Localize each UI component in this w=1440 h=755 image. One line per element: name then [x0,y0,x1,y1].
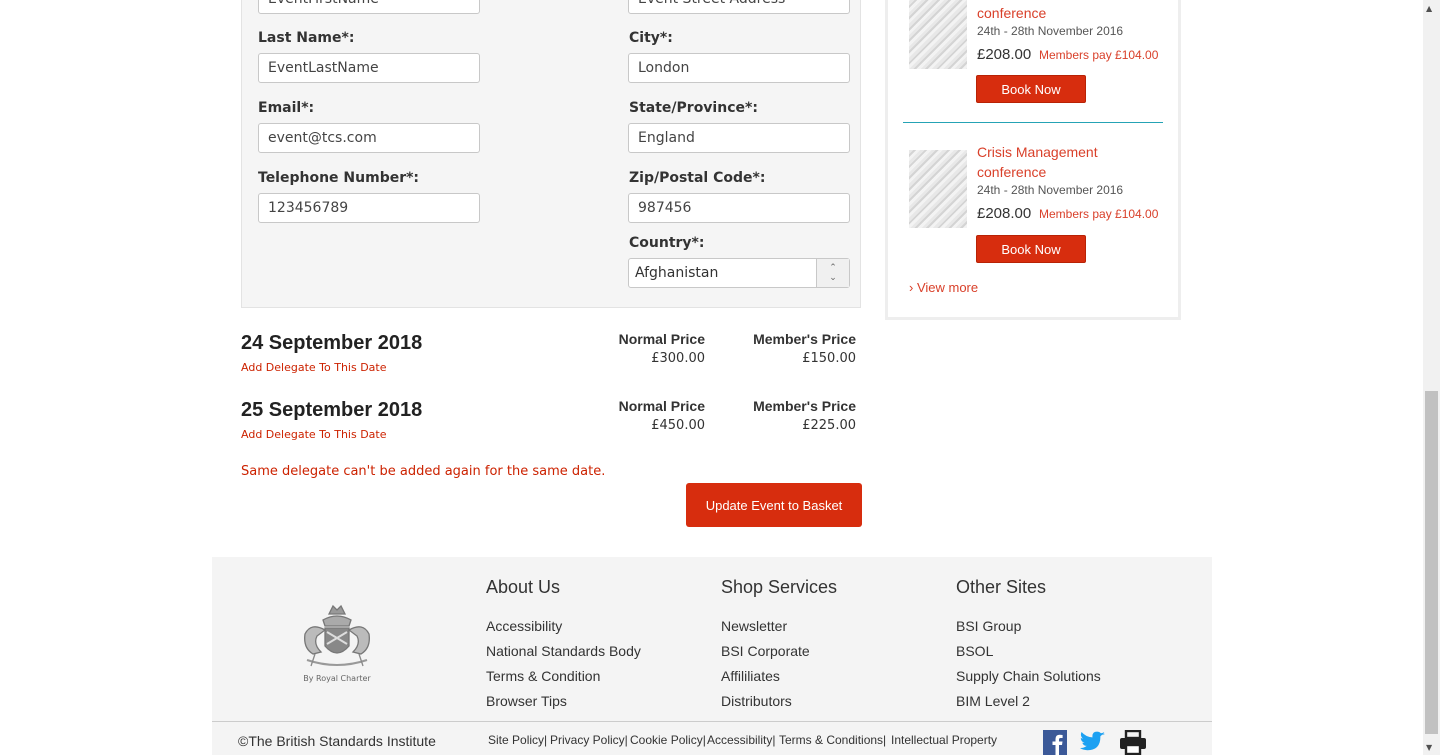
add-delegate-link[interactable]: Add Delegate To This Date [241,428,387,441]
royal-charter-crest-icon [304,604,370,667]
date-title: 25 September 2018 [241,399,423,421]
telephone-input[interactable]: 123456789 [258,193,480,223]
email-label: Email*: [258,100,315,116]
event-price: £208.00 [977,205,1032,222]
footer-link[interactable]: BIM Level 2 [956,693,1030,709]
footer-link[interactable]: National Standards Body [486,643,641,659]
policy-link[interactable]: Privacy Policy| [550,733,628,747]
telephone-label: Telephone Number*: [258,170,420,186]
footer-link[interactable]: Accessibility [486,618,562,634]
email-input[interactable]: event@tcs.com [258,123,480,153]
footer-link[interactable]: Browser Tips [486,693,567,709]
policy-link[interactable]: Cookie Policy| [630,733,706,747]
scroll-up-arrow-icon[interactable]: ▲ [1426,4,1432,13]
member-price-label: Member's Price [753,331,856,347]
twitter-icon[interactable] [1080,731,1106,753]
scrollbar-thumb[interactable] [1425,391,1438,734]
member-price-value: £150.00 [802,351,856,366]
footer-link[interactable]: Affililiates [721,668,780,684]
city-label: City*: [629,30,673,46]
event-thumbnail[interactable] [909,150,967,228]
copyright-text: ©The British Standards Institute [238,733,436,749]
country-select-value: Afghanistan [635,265,719,281]
footer-heading-shop: Shop Services [721,577,838,597]
footer-link[interactable]: Supply Chain Solutions [956,668,1101,684]
event-member-price: Members pay £104.00 [1039,207,1159,221]
normal-price-label: Normal Price [618,331,705,347]
footer-link[interactable]: BSI Corporate [721,643,810,659]
error-message: Same delegate can't be added again for t… [241,464,606,479]
state-input[interactable]: England [628,123,850,153]
event-member-price: Members pay £104.00 [1039,48,1159,62]
policy-link[interactable]: Intellectual Property [891,733,997,747]
footer-divider [212,721,1212,722]
book-now-button[interactable]: Book Now [976,235,1086,263]
add-delegate-link[interactable]: Add Delegate To This Date [241,361,387,374]
event-title-line2[interactable]: conference [977,162,1046,182]
last-name-label: Last Name*: [258,30,355,46]
footer-link[interactable]: Distributors [721,693,792,709]
member-price-value: £225.00 [802,418,856,433]
event-date: 24th - 28th November 2016 [977,183,1124,197]
city-input[interactable]: London [628,53,850,83]
view-more-link[interactable]: › View more [909,280,978,295]
footer-link[interactable]: Newsletter [721,618,787,634]
event-date: 24th - 28th November 2016 [977,24,1124,38]
last-name-input[interactable]: EventLastName [258,53,480,83]
member-price-label: Member's Price [753,398,856,414]
book-now-button[interactable]: Book Now [976,75,1086,103]
crest-caption: By Royal Charter [303,674,371,683]
footer-heading-other-sites: Other Sites [956,577,1047,597]
event-title[interactable]: conference [977,3,1046,23]
footer-link[interactable]: Terms & Condition [486,668,600,684]
zip-label: Zip/Postal Code*: [629,170,766,186]
facebook-icon[interactable] [1043,730,1067,755]
event-price: £208.00 [977,46,1032,63]
scroll-down-arrow-icon[interactable]: ▼ [1426,743,1432,752]
footer-link[interactable]: BSI Group [956,618,1021,634]
select-arrows-icon[interactable]: ⌃ ⌄ [816,259,849,287]
normal-price-label: Normal Price [618,398,705,414]
policy-link[interactable]: Accessibility| [707,733,775,747]
normal-price-value: £300.00 [651,351,705,366]
footer-heading-about: About Us [486,577,561,597]
street-address-input[interactable]: Event Street Address [628,0,850,14]
event-title[interactable]: Crisis Management [977,142,1098,162]
footer-link[interactable]: BSOL [956,643,993,659]
zip-input[interactable]: 987456 [628,193,850,223]
policy-link[interactable]: Terms & Conditions| [779,733,886,747]
event-thumbnail[interactable] [909,0,967,69]
country-label: Country*: [629,235,705,251]
country-select[interactable]: Afghanistan ⌃ ⌄ [628,258,850,288]
first-name-input[interactable]: EventFirstName [258,0,480,14]
print-icon[interactable] [1119,730,1147,755]
update-basket-button[interactable]: Update Event to Basket [686,483,862,527]
normal-price-value: £450.00 [651,418,705,433]
state-label: State/Province*: [629,100,758,116]
date-title: 24 September 2018 [241,332,423,354]
policy-link[interactable]: Site Policy| [488,733,547,747]
sidebar-divider [903,122,1163,123]
